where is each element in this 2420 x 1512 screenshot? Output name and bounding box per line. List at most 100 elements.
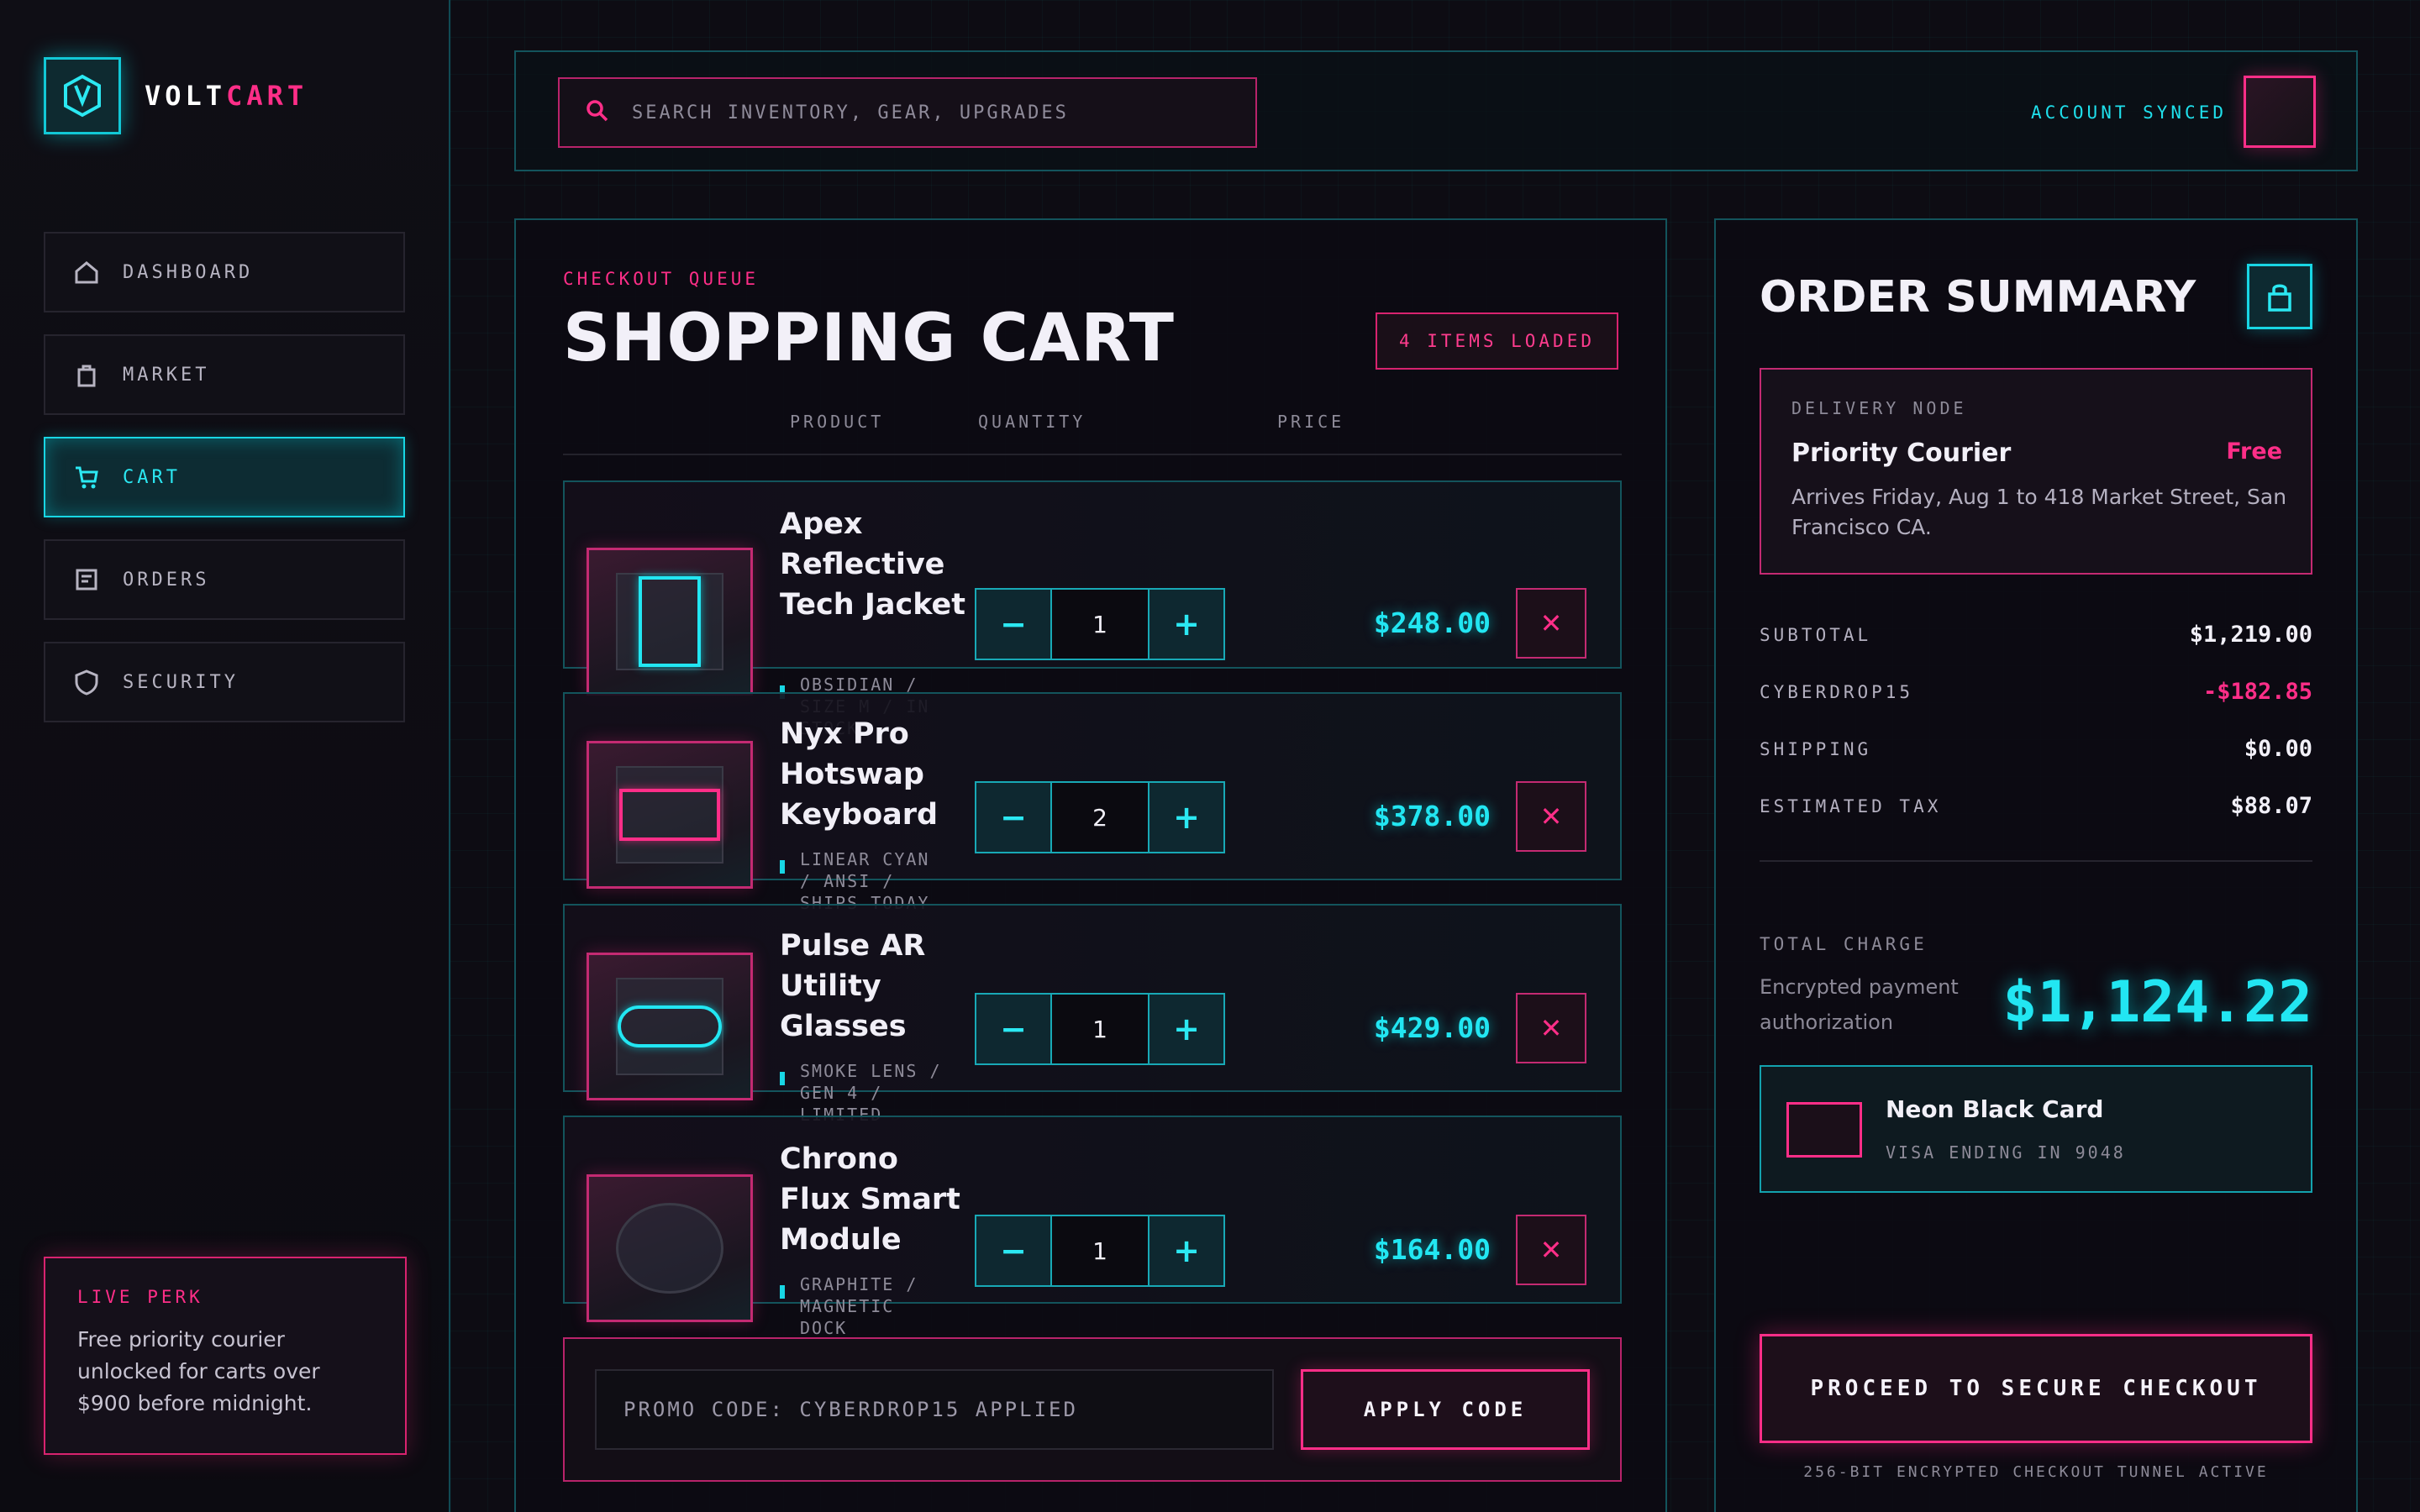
delivery-price: Free bbox=[2226, 438, 2282, 465]
search-input[interactable]: SEARCH INVENTORY, GEAR, UPGRADES bbox=[558, 77, 1257, 148]
quantity-stepper: − 2 + bbox=[975, 781, 1225, 853]
live-perk-card: LIVE PERK Free priority courier unlocked… bbox=[44, 1257, 407, 1455]
home-icon bbox=[72, 258, 101, 286]
product-thumbnail[interactable] bbox=[587, 741, 753, 889]
cart-item-row: Chrono Flux Smart Module GRAPHITE / MAGN… bbox=[563, 1116, 1622, 1360]
quantity-stepper: − 1 + bbox=[975, 588, 1225, 660]
product-name[interactable]: Nyx Pro Hotswap Keyboard bbox=[780, 714, 973, 835]
sidebar-item-label: ORDERS bbox=[123, 569, 210, 591]
sidebar-item-label: MARKET bbox=[123, 364, 210, 386]
delivery-option-card[interactable]: DELIVERY NODE Priority Courier Free Arri… bbox=[1760, 368, 2312, 575]
apply-code-button[interactable]: APPLY CODE bbox=[1301, 1369, 1590, 1450]
sidebar-item-label: CART bbox=[123, 466, 181, 488]
total-label: TOTAL CHARGE bbox=[1760, 934, 1928, 954]
promo-section: PROMO CODE: CYBERDROP15 APPLIED APPLY CO… bbox=[563, 1337, 1622, 1482]
cart-panel: CHECKOUT QUEUE SHOPPING CART 4 ITEMS LOA… bbox=[514, 218, 1667, 1512]
item-price: $164.00 bbox=[1373, 1233, 1491, 1266]
increase-quantity-button[interactable]: + bbox=[1150, 1216, 1223, 1285]
decrease-quantity-button[interactable]: − bbox=[976, 590, 1050, 659]
payment-method-card[interactable]: Neon Black Card VISA ENDING IN 9048 bbox=[1760, 1065, 2312, 1193]
product-thumbnail[interactable] bbox=[587, 953, 753, 1100]
cart-eyebrow: CHECKOUT QUEUE bbox=[563, 269, 760, 289]
items-count-badge: 4 ITEMS LOADED bbox=[1375, 312, 1618, 370]
total-value: $1,124.22 bbox=[2002, 969, 2312, 1036]
decrease-quantity-button[interactable]: − bbox=[976, 783, 1050, 852]
delivery-description: Arrives Friday, Aug 1 to 418 Market Stre… bbox=[1791, 485, 2287, 539]
remove-item-button[interactable]: ✕ bbox=[1516, 781, 1586, 852]
glasses-icon bbox=[616, 978, 723, 1075]
summary-value: $1,219.00 bbox=[2189, 622, 2312, 648]
credit-card-icon bbox=[1786, 1102, 1862, 1158]
sidebar-item-cart[interactable]: CART bbox=[44, 437, 405, 517]
summary-value: $0.00 bbox=[2244, 736, 2312, 762]
keyboard-icon bbox=[616, 766, 723, 864]
delivery-method: Priority Courier bbox=[1791, 438, 2012, 468]
perk-text: Free priority courier unlocked for carts… bbox=[77, 1327, 320, 1415]
brand-name-accent: CART bbox=[226, 80, 308, 112]
checkout-button[interactable]: PROCEED TO SECURE CHECKOUT bbox=[1760, 1334, 2312, 1443]
smart-module-icon bbox=[616, 1203, 723, 1294]
sidebar-item-orders[interactable]: ORDERS bbox=[44, 539, 405, 620]
delivery-label: DELIVERY NODE bbox=[1791, 398, 1967, 418]
sidebar-item-dashboard[interactable]: DASHBOARD bbox=[44, 232, 405, 312]
product-name[interactable]: Chrono Flux Smart Module bbox=[780, 1139, 973, 1260]
quantity-value[interactable]: 1 bbox=[1050, 590, 1150, 659]
sidebar-item-security[interactable]: SECURITY bbox=[44, 642, 405, 722]
search-placeholder: SEARCH INVENTORY, GEAR, UPGRADES bbox=[632, 102, 1069, 123]
product-thumbnail[interactable] bbox=[587, 1174, 753, 1322]
sync-status: ACCOUNT SYNCED bbox=[2030, 102, 2227, 123]
summary-label: SHIPPING bbox=[1760, 738, 1872, 759]
card-name: Neon Black Card bbox=[1886, 1095, 2104, 1123]
summary-row-shipping: SHIPPING $0.00 bbox=[1760, 736, 2312, 762]
quantity-value[interactable]: 1 bbox=[1050, 1216, 1150, 1285]
summary-row-subtotal: SUBTOTAL $1,219.00 bbox=[1760, 622, 2312, 648]
column-header-price: PRICE bbox=[1277, 412, 1345, 432]
product-thumbnail[interactable] bbox=[587, 548, 753, 696]
quantity-value[interactable]: 2 bbox=[1050, 783, 1150, 852]
increase-quantity-button[interactable]: + bbox=[1150, 590, 1223, 659]
decrease-quantity-button[interactable]: − bbox=[976, 1216, 1050, 1285]
receipt-icon bbox=[72, 565, 101, 594]
avatar[interactable] bbox=[2244, 76, 2316, 148]
summary-value: -$182.85 bbox=[2202, 679, 2312, 705]
item-price: $378.00 bbox=[1373, 800, 1491, 832]
brand-name: VOLTCART bbox=[145, 80, 308, 112]
summary-label: ESTIMATED TAX bbox=[1760, 795, 1942, 816]
product-name[interactable]: Pulse AR Utility Glasses bbox=[780, 926, 973, 1047]
page-title: SHOPPING CART bbox=[563, 301, 1175, 376]
promo-code-input[interactable]: PROMO CODE: CYBERDROP15 APPLIED bbox=[595, 1369, 1274, 1450]
item-price: $429.00 bbox=[1373, 1011, 1491, 1044]
quantity-value[interactable]: 1 bbox=[1050, 995, 1150, 1063]
jacket-icon bbox=[616, 573, 723, 670]
remove-item-button[interactable]: ✕ bbox=[1516, 588, 1586, 659]
summary-row-tax: ESTIMATED TAX $88.07 bbox=[1760, 793, 2312, 819]
cart-item-row: Pulse AR Utility Glasses SMOKE LENS / GE… bbox=[563, 904, 1622, 1125]
increase-quantity-button[interactable]: + bbox=[1150, 995, 1223, 1063]
brand-name-primary: VOLT bbox=[145, 80, 227, 112]
increase-quantity-button[interactable]: + bbox=[1150, 783, 1223, 852]
quantity-stepper: − 1 + bbox=[975, 1215, 1225, 1287]
remove-item-button[interactable]: ✕ bbox=[1516, 993, 1586, 1063]
card-details: VISA ENDING IN 9048 bbox=[1886, 1142, 2126, 1163]
summary-label: CYBERDROP15 bbox=[1760, 681, 1914, 702]
product-name[interactable]: Apex Reflective Tech Jacket bbox=[780, 504, 973, 625]
decrease-quantity-button[interactable]: − bbox=[976, 995, 1050, 1063]
lock-icon bbox=[2247, 264, 2312, 329]
cart-icon bbox=[72, 463, 101, 491]
shield-icon bbox=[72, 668, 101, 696]
total-description: Encrypted payment authorization bbox=[1760, 975, 1959, 1034]
search-icon bbox=[585, 98, 610, 127]
column-divider bbox=[563, 454, 1622, 455]
order-summary-panel: ORDER SUMMARY DELIVERY NODE Priority Cou… bbox=[1714, 218, 2358, 1512]
perk-title: LIVE PERK bbox=[77, 1287, 203, 1307]
sidebar-item-market[interactable]: MARKET bbox=[44, 334, 405, 415]
summary-title: ORDER SUMMARY bbox=[1760, 272, 2196, 323]
quantity-stepper: − 1 + bbox=[975, 993, 1225, 1065]
security-note: 256-BIT ENCRYPTED CHECKOUT TUNNEL ACTIVE bbox=[1803, 1463, 2269, 1481]
sidebar-item-label: SECURITY bbox=[123, 671, 239, 693]
remove-item-button[interactable]: ✕ bbox=[1516, 1215, 1586, 1285]
cart-item-row: Apex Reflective Tech Jacket OBSIDIAN / S… bbox=[563, 480, 1622, 738]
column-header-product: PRODUCT bbox=[790, 412, 885, 432]
cart-item-row: Nyx Pro Hotswap Keyboard LINEAR CYAN / A… bbox=[563, 692, 1622, 913]
brand[interactable]: VOLTCART bbox=[44, 57, 308, 134]
